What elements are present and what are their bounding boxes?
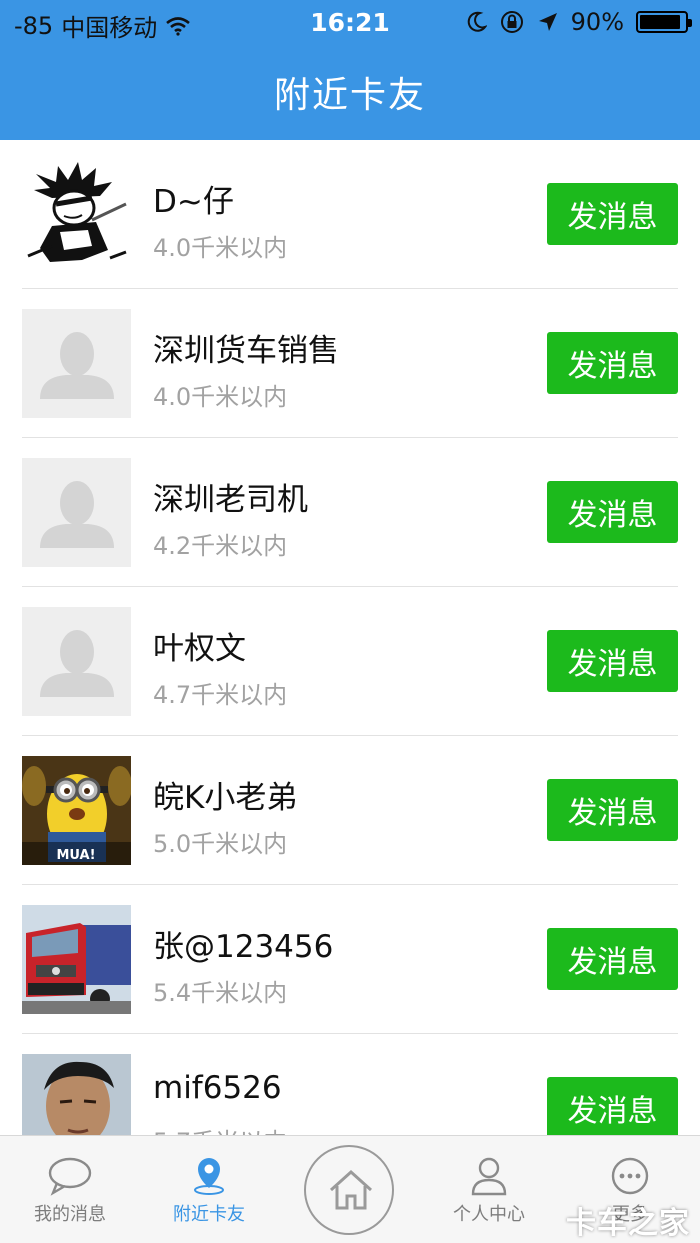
tab-label: 我的消息 <box>34 1204 106 1225</box>
cartoon-avatar[interactable] <box>22 160 131 269</box>
watermark-logo: 卡车之家 <box>566 1206 690 1241</box>
friend-name: D~仔 <box>153 184 234 220</box>
location-pin-icon <box>194 1158 224 1195</box>
send-message-button[interactable]: 发消息 <box>547 183 678 245</box>
home-icon <box>329 1169 373 1210</box>
minion-avatar[interactable]: MUA! <box>22 756 131 865</box>
friend-distance: 5.4千米以内 <box>153 979 288 1007</box>
default-avatar[interactable] <box>22 458 131 567</box>
friend-distance: 5.7千米以内 <box>153 1122 287 1135</box>
friend-name: 深圳老司机 <box>153 482 308 518</box>
status-right: 90% <box>467 8 692 36</box>
friend-distance: 4.2千米以内 <box>153 532 288 560</box>
truck-avatar[interactable] <box>22 905 131 1014</box>
battery-percent: 90% <box>570 8 624 36</box>
page-title: 附近卡友 <box>273 75 426 116</box>
tab-nearby-friends[interactable]: 附近卡友 <box>149 1136 269 1243</box>
home-button[interactable] <box>304 1145 394 1235</box>
battery-icon <box>636 11 692 33</box>
top-header: -85 中国移动 16:21 90% 附近卡友 <box>0 0 700 140</box>
list-item[interactable]: 深圳货车销售 4.0千米以内 发消息 <box>0 289 700 438</box>
send-message-button[interactable]: 发消息 <box>547 481 678 543</box>
status-bar: -85 中国移动 16:21 90% <box>0 0 700 46</box>
list-item[interactable]: MUA! 皖K小老弟 5.0千米以内 发消息 <box>0 736 700 885</box>
default-avatar[interactable] <box>22 309 131 418</box>
battery-level-fill <box>640 15 680 29</box>
user-icon <box>471 1157 507 1196</box>
send-message-button[interactable]: 发消息 <box>547 1077 678 1135</box>
avatar-caption: MUA! <box>56 848 95 863</box>
send-message-button[interactable]: 发消息 <box>547 779 678 841</box>
friend-name: 深圳货车销售 <box>153 333 339 369</box>
chat-bubble-icon <box>48 1157 92 1196</box>
friend-distance: 4.0千米以内 <box>153 234 288 262</box>
send-message-button[interactable]: 发消息 <box>547 332 678 394</box>
rotation-lock-icon <box>500 11 523 33</box>
moon-icon <box>467 11 487 32</box>
tab-my-messages[interactable]: 我的消息 <box>10 1136 130 1243</box>
location-arrow-icon <box>538 13 557 31</box>
send-message-button[interactable]: 发消息 <box>547 630 678 692</box>
tab-label: 个人中心 <box>453 1204 525 1225</box>
friend-distance: 4.0千米以内 <box>153 383 288 411</box>
friend-name: 皖K小老弟 <box>153 780 298 816</box>
friend-distance: 4.7千米以内 <box>153 681 288 709</box>
photo-avatar[interactable] <box>22 1054 131 1135</box>
default-avatar[interactable] <box>22 607 131 716</box>
friend-name: mif6526 <box>153 1070 282 1106</box>
friend-name: 叶权文 <box>153 631 246 667</box>
nearby-friends-list[interactable]: D~仔 4.0千米以内 发消息 深圳货车销售 4.0千米以内 发消息 深圳老司机… <box>0 140 700 1135</box>
friend-name: 张@123456 <box>153 929 334 965</box>
list-item[interactable]: 张@123456 5.4千米以内 发消息 <box>0 885 700 1034</box>
friend-distance: 5.0千米以内 <box>153 830 288 858</box>
tab-personal-center[interactable]: 个人中心 <box>429 1136 549 1243</box>
send-message-button[interactable]: 发消息 <box>547 928 678 990</box>
list-item[interactable]: 叶权文 4.7千米以内 发消息 <box>0 587 700 736</box>
more-dots-icon <box>611 1157 649 1195</box>
list-item[interactable]: mif6526 5.7千米以内 发消息 <box>0 1034 700 1135</box>
list-item[interactable]: D~仔 4.0千米以内 发消息 <box>0 140 700 289</box>
list-item[interactable]: 深圳老司机 4.2千米以内 发消息 <box>0 438 700 587</box>
tab-label: 附近卡友 <box>173 1204 245 1225</box>
